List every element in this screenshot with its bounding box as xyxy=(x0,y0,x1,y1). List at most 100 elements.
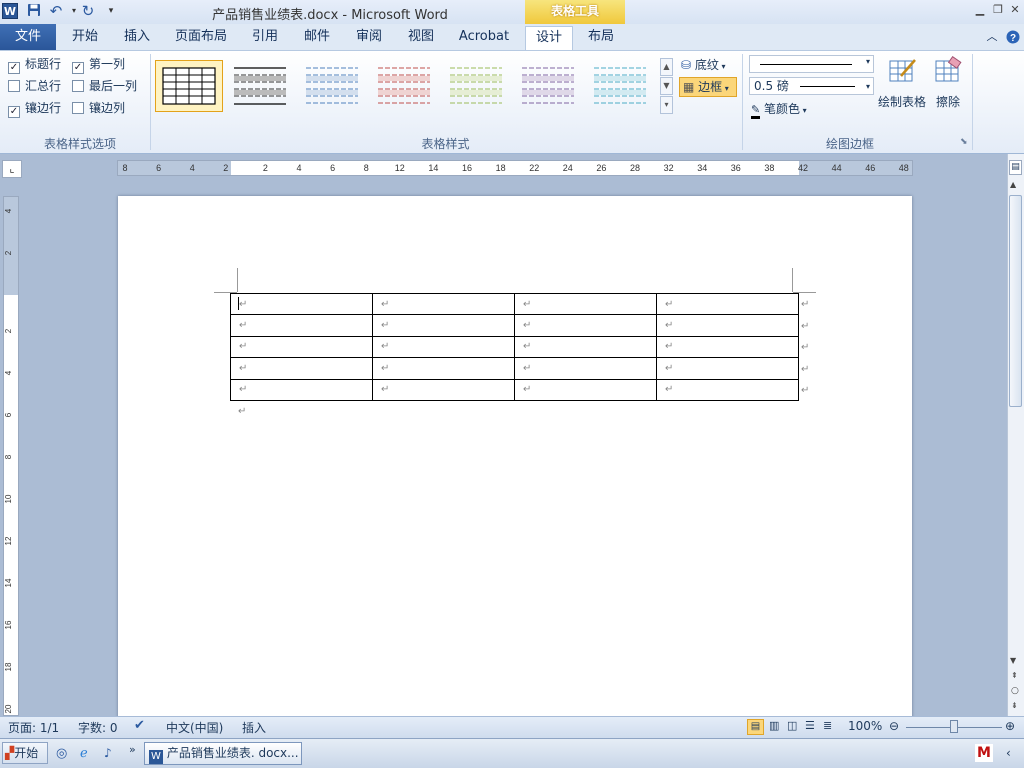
line-weight-select[interactable]: 0.5 磅 ▾ xyxy=(749,77,874,95)
table-style-plain[interactable] xyxy=(227,60,295,112)
scroll-thumb[interactable] xyxy=(1009,195,1022,407)
more-shortcuts-icon[interactable]: » xyxy=(129,743,136,756)
table-cell[interactable]: ↵ xyxy=(372,314,515,337)
table-style-purple[interactable] xyxy=(515,60,583,112)
web-layout-icon[interactable]: ◫ xyxy=(787,719,797,732)
table-cell[interactable]: ↵ xyxy=(372,335,515,359)
pen-color-button[interactable]: ✎ 笔颜色 ▾ xyxy=(751,100,831,119)
scroll-down-icon[interactable]: ▼ xyxy=(1010,656,1016,665)
tab-references[interactable]: 引用 xyxy=(244,24,286,50)
vertical-ruler[interactable]: 4 2 2 4 6 8 10 12 14 16 18 20 xyxy=(3,196,19,716)
gallery-scroll-up-icon[interactable]: ▲ xyxy=(660,58,673,76)
table-cell[interactable]: ↵ xyxy=(656,378,799,401)
shading-button[interactable]: ⛁ 底纹 ▾ xyxy=(681,56,741,74)
start-button[interactable]: ▞开始 xyxy=(2,742,48,764)
tray-expand-icon[interactable]: ‹ xyxy=(1006,746,1011,760)
browse-object-icon[interactable]: ○ xyxy=(1011,686,1019,696)
table-cell[interactable]: ↵ xyxy=(230,314,373,337)
reading-layout-icon[interactable]: ▥ xyxy=(769,719,779,732)
ie-icon[interactable]: ℯ xyxy=(80,746,88,761)
tab-page-layout[interactable]: 页面布局 xyxy=(168,24,234,50)
document-table[interactable]: ↵ ↵ ↵ ↵ ↵ ↵ ↵ ↵ ↵ ↵ ↵ ↵ ↵ ↵ ↵ ↵ ↵ ↵ ↵ ↵ xyxy=(230,292,799,401)
table-cell[interactable]: ↵ xyxy=(230,357,373,380)
tab-view[interactable]: 视图 xyxy=(400,24,442,50)
zoom-in-icon[interactable]: ⊕ xyxy=(1005,719,1015,733)
header-row-checkbox[interactable]: ✓ 标题行 xyxy=(8,56,61,74)
tab-file[interactable]: 文件 xyxy=(0,24,56,50)
total-row-label: 汇总行 xyxy=(25,79,62,93)
table-cell[interactable]: ↵ xyxy=(372,357,515,380)
table-cell[interactable]: ↵ xyxy=(230,335,373,359)
scroll-up-icon[interactable]: ▲ xyxy=(1010,180,1016,189)
page-count[interactable]: 页面: 1/1 xyxy=(8,719,59,736)
zoom-level[interactable]: 100% xyxy=(848,719,882,733)
table-style-red[interactable] xyxy=(371,60,439,112)
tray-app-icon[interactable]: M xyxy=(975,744,993,762)
proofing-icon[interactable]: ✔ xyxy=(134,718,145,733)
restore-icon[interactable]: ❐ xyxy=(990,3,1006,17)
table-cell[interactable]: ↵ xyxy=(514,314,657,337)
undo-icon[interactable]: ↶ xyxy=(48,3,64,19)
media-icon[interactable]: ♪ xyxy=(104,746,112,760)
total-row-checkbox[interactable]: 汇总行 xyxy=(8,78,61,94)
borders-button[interactable]: ▦ 边框 ▾ xyxy=(679,77,737,97)
tab-review[interactable]: 审阅 xyxy=(348,24,390,50)
dialog-launcher-icon[interactable]: ⬊ xyxy=(960,137,968,147)
table-cell[interactable]: ↵ xyxy=(514,378,657,401)
word-count[interactable]: 字数: 0 xyxy=(78,719,118,736)
insert-mode[interactable]: 插入 xyxy=(242,719,266,736)
first-column-checkbox[interactable]: ✓ 第一列 xyxy=(72,56,125,74)
table-cell[interactable]: ↵ xyxy=(230,378,373,401)
table-row: ↵ ↵ ↵ ↵ xyxy=(230,357,799,380)
zoom-out-icon[interactable]: ⊖ xyxy=(889,719,899,733)
gallery-more-icon[interactable]: ▾ xyxy=(660,96,673,114)
save-icon[interactable] xyxy=(26,3,42,19)
tab-mailings[interactable]: 邮件 xyxy=(296,24,338,50)
table-cell[interactable]: ↵ xyxy=(656,357,799,380)
banded-columns-checkbox[interactable]: 镶边列 xyxy=(72,100,125,116)
previous-page-icon[interactable]: ⇞ xyxy=(1011,671,1018,680)
next-page-icon[interactable]: ⇟ xyxy=(1011,701,1018,710)
table-style-grid[interactable] xyxy=(155,60,223,112)
table-cell[interactable]: ↵ xyxy=(656,335,799,359)
horizontal-ruler[interactable]: 8 6 4 2 2 4 6 8 12 14 16 18 22 24 26 28 32 34 36 38 42 44 46 48 xyxy=(117,160,913,176)
help-icon[interactable]: ? xyxy=(1004,24,1022,50)
table-style-aqua[interactable] xyxy=(587,60,655,112)
zoom-slider-thumb[interactable] xyxy=(950,720,958,733)
table-cell[interactable]: ↵ xyxy=(656,314,799,337)
view-ruler-icon[interactable]: ▤ xyxy=(1009,160,1022,175)
task-button-word[interactable]: W 产品销售业绩表. docx... xyxy=(144,742,302,765)
tab-layout[interactable]: 布局 xyxy=(580,24,622,50)
print-layout-icon[interactable]: ▤ xyxy=(747,719,764,735)
gallery-scroll-down-icon[interactable]: ▼ xyxy=(660,77,673,95)
minimize-icon[interactable]: ▁ xyxy=(972,3,988,17)
redo-icon[interactable]: ↻ xyxy=(80,3,96,19)
line-style-select[interactable]: ▾ xyxy=(749,55,874,73)
outline-icon[interactable]: ☰ xyxy=(805,719,815,732)
eraser-button[interactable]: 擦除 xyxy=(930,55,966,112)
table-cell[interactable]: ↵ xyxy=(514,335,657,359)
table-cell[interactable]: ↵ xyxy=(230,292,373,316)
draw-table-button[interactable]: 绘制表格 xyxy=(876,56,928,112)
word-app-icon[interactable]: W xyxy=(2,3,18,19)
tab-design[interactable]: 设计 xyxy=(525,26,573,51)
tab-home[interactable]: 开始 xyxy=(64,24,106,50)
table-cell[interactable]: ↵ xyxy=(514,292,657,316)
tab-acrobat[interactable]: Acrobat xyxy=(452,24,516,50)
tab-selector-icon[interactable]: ⌞ xyxy=(2,160,22,178)
table-cell[interactable]: ↵ xyxy=(656,292,799,316)
table-cell[interactable]: ↵ xyxy=(514,357,657,380)
language-status[interactable]: 中文(中国) xyxy=(166,719,223,736)
last-column-checkbox[interactable]: 最后一列 xyxy=(72,78,137,94)
close-icon[interactable]: ✕ xyxy=(1007,3,1023,17)
table-style-green[interactable] xyxy=(443,60,511,112)
banded-rows-checkbox[interactable]: ✓ 镶边行 xyxy=(8,100,61,118)
desktop-icon[interactable]: ◎ xyxy=(56,746,67,761)
tab-insert[interactable]: 插入 xyxy=(116,24,158,50)
table-style-blue[interactable] xyxy=(299,60,367,112)
table-cell[interactable]: ↵ xyxy=(372,378,515,401)
minimize-ribbon-icon[interactable]: ︿ xyxy=(984,24,1000,50)
customize-qat-icon[interactable]: ▾ xyxy=(103,3,119,19)
draft-icon[interactable]: ≣ xyxy=(823,719,832,732)
table-cell[interactable]: ↵ xyxy=(372,292,515,316)
